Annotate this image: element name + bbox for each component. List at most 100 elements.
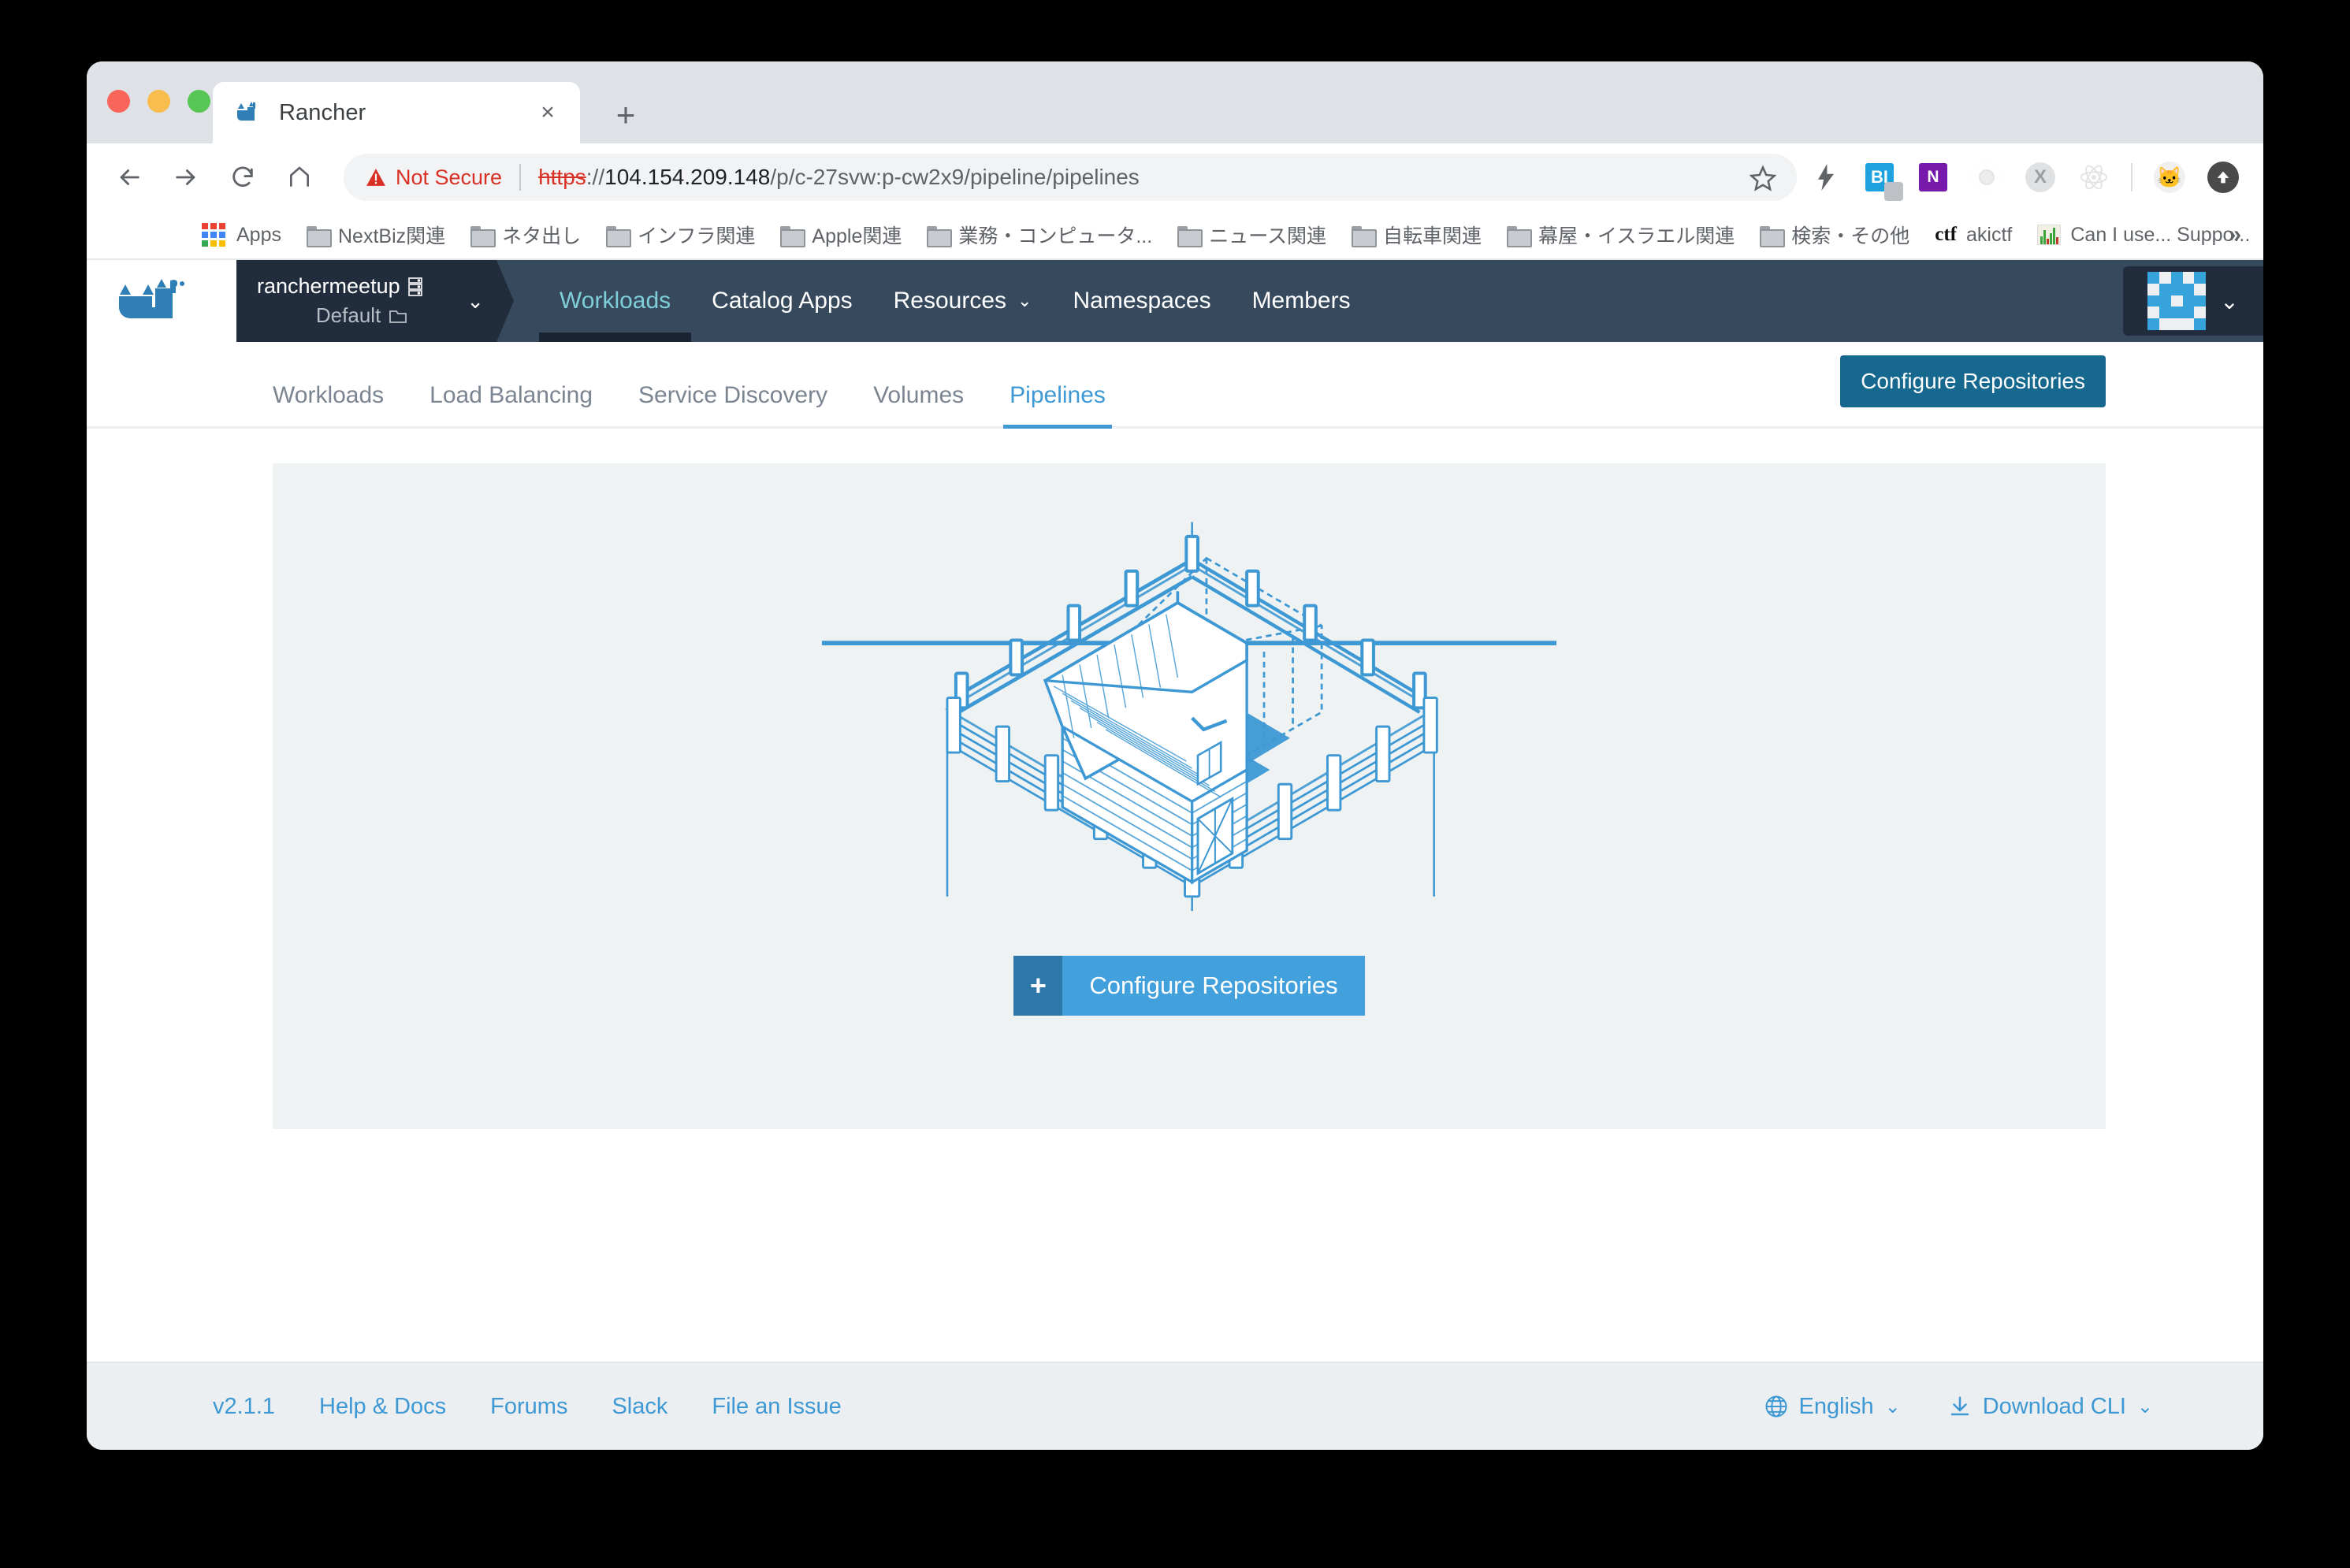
nav-arrow-indicator: [496, 260, 514, 342]
footer-version[interactable]: v2.1.1: [213, 1394, 275, 1420]
footer-help-docs[interactable]: Help & Docs: [319, 1394, 446, 1420]
close-window-button[interactable]: [107, 90, 130, 113]
nav-item-label: Members: [1251, 288, 1351, 314]
folder-icon: [1351, 225, 1377, 247]
bookmark-star-icon[interactable]: [1749, 165, 1777, 191]
url-scheme: https: [538, 165, 586, 189]
nav-item-workloads[interactable]: Workloads: [539, 260, 692, 342]
ctf-icon: ctf: [1935, 224, 1958, 245]
folder-icon: [1506, 225, 1532, 247]
reload-button[interactable]: [221, 155, 265, 199]
tab-service-discovery[interactable]: Service Discovery: [638, 382, 827, 426]
configure-repositories-label: Configure Repositories: [1062, 956, 1365, 1016]
new-tab-button[interactable]: +: [607, 96, 645, 134]
upload-icon[interactable]: [2207, 161, 2240, 194]
sub-tab-bar: Workloads Load Balancing Service Discove…: [87, 342, 2263, 429]
ring-extension-icon[interactable]: [1970, 161, 2003, 194]
isometric-barn-illustration: [811, 511, 1567, 932]
apps-grid-icon: [202, 223, 225, 247]
onenote-extension-icon[interactable]: N: [1917, 161, 1950, 194]
maximize-window-button[interactable]: [188, 90, 210, 113]
bookmark-label: 検索・その他: [1791, 225, 1910, 247]
footer-right-controls: English ⌄ Download CLI ⌄: [1764, 1394, 2153, 1420]
user-menu-button[interactable]: ⌄: [2123, 266, 2263, 336]
nav-item-catalog-apps[interactable]: Catalog Apps: [691, 260, 872, 342]
tab-title: Rancher: [279, 99, 366, 125]
chevron-down-icon[interactable]: ⌄: [467, 289, 489, 314]
bookmarks-overflow-button[interactable]: »: [2228, 221, 2241, 248]
react-devtools-icon[interactable]: [2077, 161, 2110, 194]
bookmark-label: Can I use... Suppo...: [2070, 223, 2251, 246]
folder-icon: [1760, 225, 1786, 247]
identicon-avatar: [2147, 272, 2207, 330]
nav-item-label: Workloads: [560, 288, 671, 314]
download-cli-button[interactable]: Download CLI ⌄: [1948, 1394, 2153, 1420]
minimize-window-button[interactable]: [147, 90, 170, 113]
bookmark-caniuse[interactable]: Can I use... Suppo...: [2025, 224, 2263, 247]
bookmark-folder-israel[interactable]: 幕屋・イスラエル関連: [1494, 221, 1747, 249]
browser-window: Rancher × + Not Secure https://104.154.2…: [87, 61, 2263, 1450]
folder-icon: [927, 225, 953, 247]
bookmark-folder-nextbiz[interactable]: NextBiz関連: [294, 221, 458, 249]
footer-forums[interactable]: Forums: [490, 1394, 567, 1420]
not-secure-indicator[interactable]: Not Secure: [366, 165, 502, 190]
language-selector[interactable]: English ⌄: [1764, 1394, 1901, 1420]
address-bar[interactable]: Not Secure https://104.154.209.148/p/c-2…: [344, 154, 1797, 201]
footer-slack[interactable]: Slack: [612, 1394, 667, 1420]
forward-button[interactable]: [164, 155, 208, 199]
bookmark-label: Apps: [236, 223, 281, 246]
bookmark-label: ニュース関連: [1209, 225, 1326, 247]
tab-volumes[interactable]: Volumes: [873, 382, 964, 426]
url-text: https://104.154.209.148/p/c-27svw:p-cw2x…: [538, 165, 1140, 190]
tab-pipelines[interactable]: Pipelines: [1003, 382, 1112, 429]
cluster-name-row: ranchermeetup: [257, 274, 467, 299]
nav-item-label: Resources: [893, 288, 1007, 314]
browser-tab[interactable]: Rancher ×: [213, 82, 580, 143]
bookmark-akictf[interactable]: ctf akictf: [1922, 224, 2025, 247]
nav-item-members[interactable]: Members: [1232, 260, 1371, 342]
bookmark-apps[interactable]: Apps: [189, 223, 294, 247]
rancher-top-nav: ranchermeetup Default ⌄ Workloads Catalo…: [87, 260, 2263, 342]
server-icon: [407, 277, 422, 296]
bookmark-folder-search[interactable]: 検索・その他: [1747, 221, 1922, 249]
back-button[interactable]: [107, 155, 151, 199]
close-tab-button[interactable]: ×: [530, 95, 566, 131]
bi-extension-icon[interactable]: BI: [1863, 161, 1903, 201]
nav-item-resources[interactable]: Resources ⌄: [873, 260, 1053, 342]
x-extension-icon[interactable]: X: [2024, 161, 2057, 194]
footer-file-an-issue[interactable]: File an Issue: [712, 1394, 841, 1420]
home-button[interactable]: [277, 155, 322, 199]
nav-item-label: Namespaces: [1073, 288, 1211, 314]
url-host: 104.154.209.148: [604, 165, 771, 189]
rancher-cow-logo: [119, 279, 184, 318]
folder-icon: [606, 225, 632, 247]
nav-item-namespaces[interactable]: Namespaces: [1052, 260, 1231, 342]
bookmark-folder-news[interactable]: ニュース関連: [1165, 221, 1339, 249]
configure-repositories-button-center[interactable]: + Configure Repositories: [1013, 956, 1365, 1016]
download-icon: [1950, 1396, 1969, 1416]
cluster-project-selector[interactable]: ranchermeetup Default ⌄: [236, 260, 496, 342]
bookmark-folder-gyomu[interactable]: 業務・コンピュータ...: [914, 221, 1165, 249]
bookmark-label: ネタ出し: [502, 225, 582, 247]
folder-icon: [470, 225, 496, 247]
tab-load-balancing[interactable]: Load Balancing: [429, 382, 593, 426]
lightning-icon[interactable]: [1809, 161, 1842, 194]
bookmark-folder-apple[interactable]: Apple関連: [768, 221, 914, 249]
chevron-down-icon: ⌄: [2220, 288, 2239, 314]
download-cli-label: Download CLI: [1982, 1393, 2126, 1419]
app-footer: v2.1.1 Help & Docs Forums Slack File an …: [87, 1362, 2263, 1450]
warning-triangle-icon: [366, 169, 385, 186]
bookmark-label: Apple関連: [812, 225, 902, 247]
rancher-nav-items: Workloads Catalog Apps Resources ⌄ Names…: [496, 260, 2123, 342]
configure-repositories-button-top[interactable]: Configure Repositories: [1840, 355, 2106, 407]
bookmark-folder-infra[interactable]: インフラ関連: [593, 221, 768, 249]
namespace-folder-icon: [389, 310, 407, 323]
rancher-logo[interactable]: [87, 260, 236, 342]
not-secure-label: Not Secure: [396, 165, 503, 189]
tab-workloads[interactable]: Workloads: [273, 382, 384, 426]
profile-avatar-icon[interactable]: 🐱: [2153, 161, 2186, 194]
pipelines-empty-state-panel: + Configure Repositories: [273, 463, 2106, 1129]
bookmark-folder-netadashi[interactable]: ネタ出し: [458, 221, 593, 249]
bookmark-folder-bicycle[interactable]: 自転車関連: [1339, 221, 1494, 249]
folder-icon: [306, 225, 332, 247]
